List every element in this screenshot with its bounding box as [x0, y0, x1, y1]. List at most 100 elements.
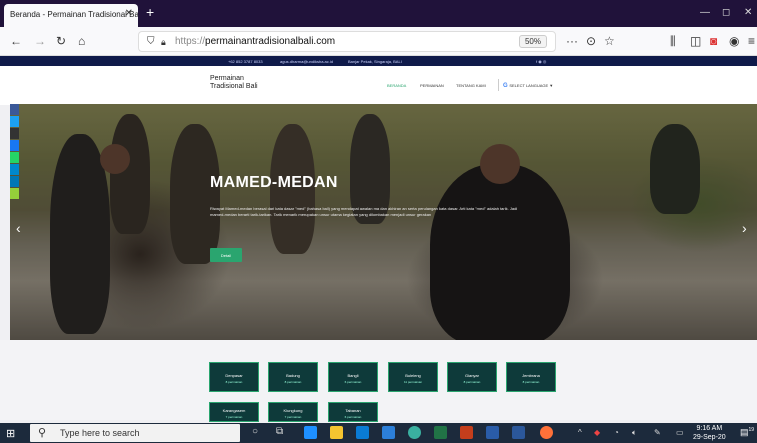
share-more-icon[interactable] — [10, 188, 19, 199]
pocket-icon[interactable]: ⊙ — [586, 34, 596, 48]
maximize-icon[interactable]: ◻ — [722, 7, 730, 18]
clock-date: 29-Sep-20 — [693, 434, 726, 441]
site-header: Permainan Tradisional Bali BERANDA PERMA… — [0, 66, 757, 105]
pocket-save-icon[interactable]: ◙ — [710, 34, 717, 48]
tile-klungkung[interactable]: Klungkung 7 permainan — [268, 402, 318, 422]
zoom-level[interactable]: 50% — [518, 35, 547, 48]
social-icons[interactable]: f ◉ ◎ — [536, 59, 546, 64]
bookmark-star-icon[interactable]: ☆ — [604, 34, 615, 48]
hero-slider — [10, 104, 757, 340]
home-icon[interactable]: ⌂ — [78, 34, 85, 48]
chrome-icon[interactable] — [408, 426, 421, 439]
hero-title: MAMED-MEDAN — [210, 174, 338, 191]
browser-tab[interactable]: Beranda - Permainan Tradisional Ba ✕ — [4, 4, 138, 27]
hero-description: Riwayat Mamed-medan berasal dari kata da… — [210, 206, 518, 217]
powerpoint-icon[interactable] — [460, 426, 473, 439]
tile-name: Klungkung — [283, 408, 303, 413]
minimize-icon[interactable]: — — [700, 7, 710, 18]
nav-permainan[interactable]: PERMAINAN — [420, 83, 444, 88]
tile-name: Denpasar — [225, 373, 243, 378]
email-share-icon[interactable] — [10, 128, 19, 139]
tile-name: Tabanan — [345, 408, 361, 413]
hero-detail-button[interactable]: Detail — [210, 248, 242, 262]
tile-name: Gianyar — [464, 373, 479, 378]
firefox-icon[interactable] — [540, 426, 553, 439]
window-close-icon[interactable]: ✕ — [744, 7, 752, 18]
mail-icon[interactable] — [382, 426, 395, 439]
tile-jembrana[interactable]: Jembrana 8 permainan — [506, 362, 556, 392]
taskbar-search[interactable]: ⚲ Type here to search — [30, 424, 240, 442]
pen-icon[interactable]: ✎ — [654, 428, 661, 437]
linkedin-share-icon[interactable] — [10, 176, 19, 187]
shield-icon[interactable]: ⛉ — [147, 35, 155, 49]
whatsapp-share-icon[interactable] — [10, 152, 19, 163]
task-view-icon[interactable]: ⧉ — [276, 426, 283, 437]
keyboard-icon[interactable]: ▭ — [676, 428, 684, 437]
search-icon: ⚲ — [38, 427, 47, 439]
tile-karangasem[interactable]: Karangasem 7 permainan — [209, 402, 259, 422]
search-placeholder: Type here to search — [60, 428, 140, 438]
notifications-icon[interactable]: ▤19 — [740, 427, 754, 438]
contact-email[interactable]: agus.dharma@undiksha.ac.id — [280, 59, 333, 64]
reload-icon[interactable]: ↻ — [56, 34, 66, 48]
page-actions-icon[interactable]: ··· — [566, 34, 578, 48]
language-selector[interactable]: G SELECT LANGUAGE ▼ — [498, 79, 553, 91]
tile-name: Buleleng — [405, 373, 421, 378]
facebook-share-icon[interactable] — [10, 104, 19, 115]
tile-denpasar[interactable]: Denpasar 8 permainan — [209, 362, 259, 392]
address-bar[interactable]: ⛉ 🔒︎ https://permainantradisionalbali.co… — [138, 31, 556, 52]
logo-line-2: Tradisional Bali — [210, 83, 258, 90]
telegram-share-icon[interactable] — [10, 164, 19, 175]
nav-tentang-kami[interactable]: TENTANG KAMI — [456, 83, 486, 88]
slider-prev-icon[interactable]: ‹ — [16, 220, 21, 236]
edge-icon[interactable] — [304, 426, 317, 439]
new-tab-button[interactable]: + — [146, 4, 154, 20]
app-icon[interactable] — [486, 426, 499, 439]
contact-phone[interactable]: +62 852 3787 8033 — [228, 59, 263, 64]
tile-sub: 8 permainan — [225, 380, 243, 384]
tray-app-icon[interactable]: ◆ — [594, 428, 600, 437]
tile-gianyar[interactable]: Gianyar 8 permainan — [447, 362, 497, 392]
regions-section: Denpasar 8 permainan Badung 8 permainan Ba… — [0, 340, 757, 422]
close-tab-icon[interactable]: ✕ — [125, 8, 133, 19]
menu-icon[interactable]: ≡ — [748, 34, 755, 48]
library-icon[interactable]: ⫼ — [670, 34, 676, 48]
messenger-share-icon[interactable] — [10, 140, 19, 151]
tile-buleleng[interactable]: Buleleng 11 permainan — [388, 362, 438, 392]
hero-photo — [10, 104, 757, 340]
excel-icon[interactable] — [434, 426, 447, 439]
tile-badung[interactable]: Badung 8 permainan — [268, 362, 318, 392]
file-explorer-icon[interactable] — [330, 426, 343, 439]
sidebar-icon[interactable]: ◫ — [690, 34, 701, 48]
taskbar-clock[interactable]: 9:16 AM 29-Sep-20 — [693, 424, 726, 442]
tile-sub: 8 permainan — [284, 380, 302, 384]
tile-name: Badung — [286, 373, 300, 378]
slider-next-icon[interactable]: › — [742, 220, 747, 236]
cortana-icon[interactable]: ○ — [252, 426, 258, 437]
forward-icon[interactable]: → — [34, 34, 46, 48]
browser-titlebar: Beranda - Permainan Tradisional Ba ✕ + —… — [0, 0, 757, 27]
site-logo[interactable]: Permainan Tradisional Bali — [210, 75, 258, 91]
word-icon[interactable] — [512, 426, 525, 439]
store-icon[interactable] — [356, 426, 369, 439]
tray-chevron-icon[interactable]: ^ — [578, 428, 582, 437]
tile-sub: 11 permainan — [403, 380, 423, 384]
account-icon[interactable]: ◉ — [729, 34, 739, 48]
network-icon[interactable]: ◔ — [614, 428, 619, 437]
tile-bangli[interactable]: Bangli 6 permainan — [328, 362, 378, 392]
tile-sub: 6 permainan — [344, 415, 362, 419]
twitter-share-icon[interactable] — [10, 116, 19, 127]
tile-sub: 6 permainan — [344, 380, 362, 384]
nav-beranda[interactable]: BERANDA — [387, 83, 406, 88]
tile-name: Jembrana — [522, 373, 540, 378]
tile-sub: 7 permainan — [225, 415, 243, 419]
windows-taskbar: ⊞ ⚲ Type here to search ○ ⧉ ^ ◆ ◔ 🔈︎ ✎ ▭… — [0, 423, 757, 443]
windows-start-icon[interactable]: ⊞ — [6, 427, 15, 440]
contact-address: Banjar Pekak, Singaraja, BALI — [348, 59, 402, 64]
site-infobar: +62 852 3787 8033 agus.dharma@undiksha.a… — [0, 56, 757, 66]
tile-tabanan[interactable]: Tabanan 6 permainan — [328, 402, 378, 422]
logo-line-1: Permainan — [210, 75, 244, 82]
volume-icon[interactable]: 🔈︎ — [632, 428, 637, 438]
tile-sub: 8 permainan — [463, 380, 481, 384]
back-icon[interactable]: ← — [10, 34, 22, 48]
